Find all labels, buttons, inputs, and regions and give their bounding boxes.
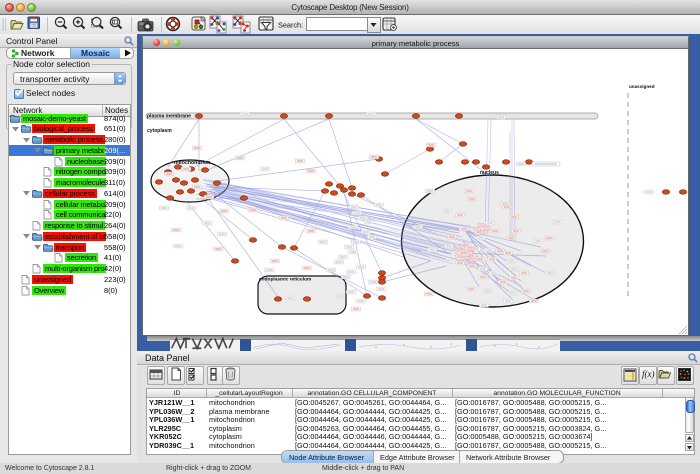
svg-text:mitochondrion: mitochondrion [174, 160, 210, 166]
svg-text:plasma membrane: plasma membrane [147, 114, 191, 120]
svg-text:cytoplasm: cytoplasm [147, 128, 172, 134]
svg-text:unassigned: unassigned [629, 84, 655, 89]
svg-text:endoplasmic reticulum: endoplasmic reticulum [259, 277, 311, 283]
svg-text:nucleus: nucleus [480, 170, 499, 176]
svg-text:Search:: Search: [278, 21, 303, 30]
